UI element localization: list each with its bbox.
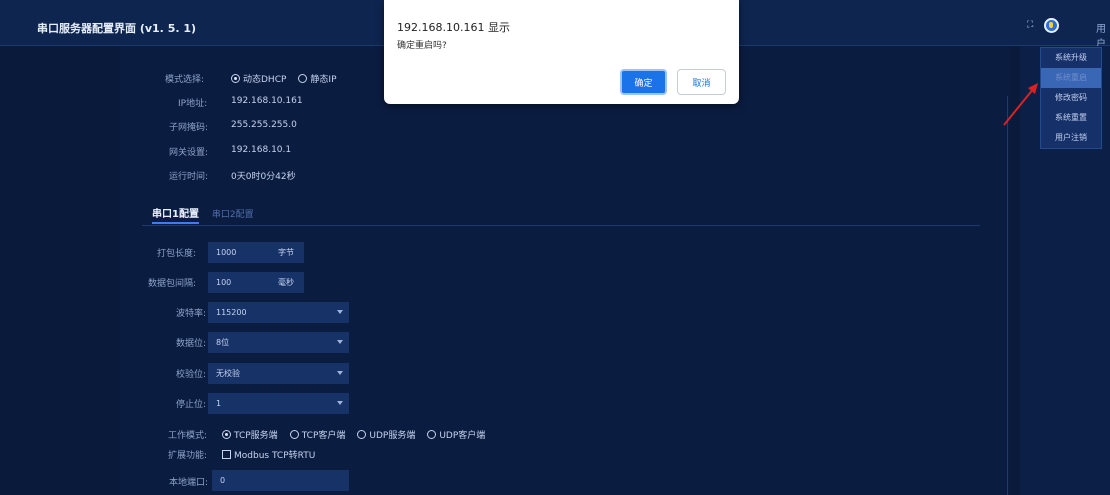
confirm-cancel-button[interactable]: 取消 — [677, 69, 726, 95]
dialog-title: 192.168.10.161 显示 — [397, 21, 510, 34]
parity-label: 校验位: — [176, 370, 207, 380]
ip-value: 192.168.10.161 — [231, 96, 303, 106]
uptime-label: 运行时间: — [169, 172, 209, 182]
menu-item-restart[interactable]: 系统重启 — [1041, 68, 1101, 88]
radio-empty-icon — [427, 430, 437, 439]
radio-empty-icon — [289, 430, 299, 439]
radio-selected-icon — [222, 430, 231, 439]
parity-select[interactable]: 无校验 — [208, 363, 349, 384]
stopbits-select[interactable]: 1 — [208, 393, 349, 414]
mask-row: 子网掩码: 255.255.255.0 — [0, 120, 500, 133]
annotation-arrow-icon — [1003, 83, 1038, 126]
tab-underline — [142, 225, 980, 226]
user-dropdown-menu: 系统升级 系统重启 修改密码 系统重置 用户注销 — [1040, 47, 1102, 149]
ext-row: 扩展功能: Modbus TCP转RTU — [0, 448, 500, 461]
chevron-down-icon — [337, 310, 343, 314]
databits-label: 数据位: — [176, 339, 207, 349]
menu-item-reset[interactable]: 系统重置 — [1041, 108, 1101, 128]
pack-len-label: 打包长度: — [157, 249, 197, 259]
interval-label: 数据包间隔: — [148, 279, 197, 289]
mask-label: 子网掩码: — [169, 123, 209, 133]
radio-empty-icon — [357, 430, 367, 439]
work-mode-label: 工作模式: — [168, 431, 208, 441]
app-title: 串口服务器配置界面 (v1. 5. 1) — [37, 22, 197, 35]
confirm-ok-button[interactable]: 确定 — [620, 69, 667, 95]
uptime-value: 0天0时0分42秒 — [231, 172, 296, 182]
menu-item-logout[interactable]: 用户注销 — [1041, 128, 1101, 148]
chevron-down-icon — [337, 371, 343, 375]
local-port-input[interactable]: 0 — [212, 470, 349, 491]
gateway-row: 网关设置: 192.168.10.1 — [0, 145, 500, 158]
main-divider — [1007, 96, 1008, 495]
ip-label: IP地址: — [178, 99, 208, 109]
ext-option[interactable]: Modbus TCP转RTU — [222, 448, 315, 461]
work-mode-options: TCP服务端 TCP客户端 UDP服务端 UDP客户端 — [222, 428, 497, 441]
databits-select[interactable]: 8位 — [208, 332, 349, 353]
radio-tcp-server[interactable]: TCP服务端 — [222, 428, 278, 441]
work-mode-row: 工作模式: TCP服务端 TCP客户端 UDP服务端 UDP客户端 — [0, 428, 700, 441]
interval-unit: 毫秒 — [278, 278, 294, 287]
radio-dhcp[interactable]: 动态DHCP — [231, 72, 286, 85]
radio-selected-icon — [231, 74, 240, 83]
radio-udp-server[interactable]: UDP服务端 — [357, 428, 415, 441]
pack-len-unit: 字节 — [278, 248, 294, 257]
radio-udp-client[interactable]: UDP客户端 — [427, 428, 485, 441]
tab-serial1[interactable]: 串口1配置 — [152, 205, 199, 224]
checkbox-icon — [222, 450, 231, 459]
ext-label: 扩展功能: — [168, 451, 208, 461]
confirm-dialog: 192.168.10.161 显示 确定重启吗? 确定 取消 — [384, 0, 739, 104]
expand-icon[interactable]: ⛶ — [1027, 20, 1033, 30]
gateway-value: 192.168.10.1 — [231, 145, 292, 155]
tab-serial2[interactable]: 串口2配置 — [212, 207, 254, 220]
menu-item-upgrade[interactable]: 系统升级 — [1041, 48, 1101, 68]
chevron-down-icon — [337, 401, 343, 405]
mode-label: 模式选择: — [165, 75, 205, 85]
radio-static-ip[interactable]: 静态IP — [298, 72, 337, 85]
gateway-label: 网关设置: — [169, 148, 209, 158]
dialog-message: 确定重启吗? — [397, 41, 447, 51]
serial-tabs: 串口1配置 串口2配置 — [152, 205, 264, 224]
chevron-down-icon — [337, 340, 343, 344]
uptime-row: 运行时间: 0天0时0分42秒 — [0, 169, 500, 182]
baud-select[interactable]: 115200 — [208, 302, 349, 323]
mode-options: 动态DHCP 静态IP — [231, 72, 337, 85]
local-port-label: 本地端口: — [169, 478, 209, 488]
pack-len-input[interactable]: 1000 字节 — [208, 242, 304, 263]
header-right: ⛶ 用户 — [1020, 0, 1110, 50]
mask-value: 255.255.255.0 — [231, 120, 297, 130]
baud-label: 波特率: — [176, 309, 207, 319]
radio-tcp-client[interactable]: TCP客户端 — [289, 428, 345, 441]
radio-empty-icon — [298, 74, 308, 83]
avatar[interactable] — [1044, 18, 1059, 33]
stopbits-label: 停止位: — [176, 400, 207, 410]
menu-item-change-password[interactable]: 修改密码 — [1041, 88, 1101, 108]
interval-input[interactable]: 100 毫秒 — [208, 272, 304, 293]
